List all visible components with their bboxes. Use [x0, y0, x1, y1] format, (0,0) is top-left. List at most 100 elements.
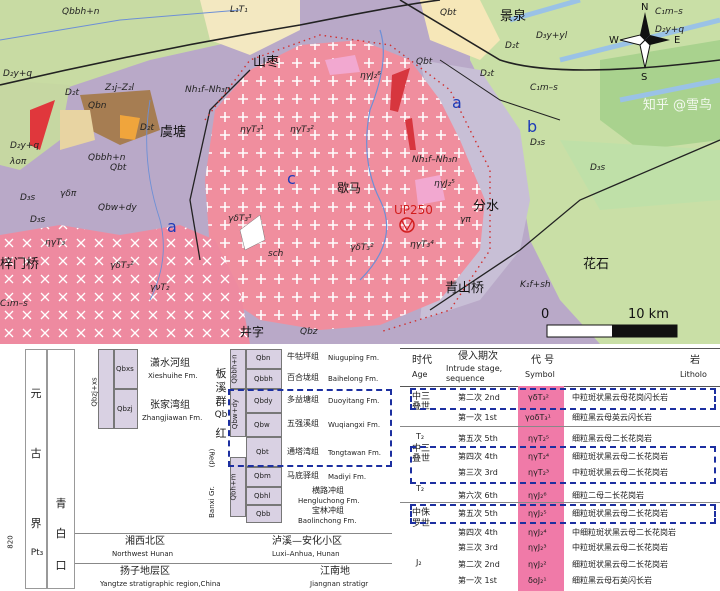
hdr-stage-en: Intrude stage, [446, 364, 503, 373]
zone-b: b [527, 117, 537, 136]
row-1-lith: 细粒黑云母英云闪长岩 [572, 413, 652, 422]
svg-text:K₁f+sh: K₁f+sh [520, 280, 551, 290]
place-xiema: 歇马 [337, 181, 361, 195]
age-3-code: J₂ [416, 558, 422, 567]
hdr-stage-en2: sequence [446, 374, 485, 383]
left-group-bar [98, 349, 114, 429]
row-10-stage: 第一次 1st [458, 576, 497, 585]
fm-en-5: Madiyi Fm. [328, 473, 367, 481]
watermark: 知乎 @雪鸟 [642, 98, 712, 113]
stratigraphy-table: 元 古 界 Pt₃ 820 青 白 口 Qbzj+xs Qbxs Qbzj 潇水… [0, 347, 392, 591]
svg-text:Z₁j–Z₂l: Z₁j–Z₂l [104, 83, 135, 93]
fm-code-5: Qbm [254, 472, 271, 480]
place-huashi: 花石 [583, 256, 609, 272]
svg-text:C₁m–s: C₁m–s [530, 83, 558, 93]
place-zishumenqiao: 梓门桥 [0, 257, 39, 272]
region-la-cn: 泸溪—安化小区 [272, 536, 342, 547]
svg-text:Qbbh+n: Qbbh+n [88, 153, 126, 163]
row-8-lith: 中粒斑状黑云母二长花岗岩 [572, 543, 668, 552]
svg-text:D₂t: D₂t [480, 69, 495, 79]
region-jn-cn: 江南地 [320, 566, 350, 577]
geologic-map: 山枣 景泉 虞塘 歇马 分水 青山桥 花石 梓门桥 井字 UP250 a b c… [0, 0, 720, 344]
svg-text:γδT₃²: γδT₃² [110, 261, 134, 271]
red-en: (Red) [207, 448, 216, 468]
xs-code: Qbxs [116, 365, 134, 373]
svg-text:D₃s: D₃s [590, 163, 606, 173]
fm-cn-7: 宝林冲组 [312, 506, 344, 515]
sample-label: UP250 [394, 203, 433, 217]
left-group-code: Qbzj+xs [90, 377, 99, 407]
svg-text:ηγT₃²: ηγT₃² [290, 125, 314, 135]
row-8-stage: 第三次 3rd [458, 543, 498, 552]
svg-text:γδπ: γδπ [60, 189, 77, 199]
svg-text:sch: sch [268, 249, 284, 259]
hdr-lith-cn: 岩 [690, 355, 700, 366]
row-8-symbol: ηγJ₂³ [528, 543, 547, 552]
row-10-lith: 细粒黑云母石英闪长岩 [572, 576, 652, 585]
row-10-symbol: δoJ₂¹ [528, 576, 547, 585]
hdr-sym-cn: 代 号 [531, 355, 555, 366]
period-char-1: 青 [55, 497, 67, 510]
svg-text:S: S [641, 72, 647, 83]
fm-code-7: Qbb [256, 510, 271, 518]
svg-text:L₁T₁: L₁T₁ [230, 5, 248, 15]
hdr-stage-cn: 侵入期次 [458, 351, 498, 362]
region-jn-en: Jiangnan stratigr [310, 580, 369, 588]
row-5-lith: 细粒二母二长花岗岩 [572, 491, 644, 500]
era-code: Pt₃ [30, 548, 44, 558]
banxi-char-1: 板 [215, 367, 227, 380]
side-number: 820 [6, 535, 15, 549]
group-code-1: Qbbh+n [230, 354, 239, 384]
hdr-lith-en: Litholo [680, 370, 707, 379]
hdr-age-en: Age [412, 370, 428, 379]
svg-text:λoπ: λoπ [9, 157, 27, 167]
svg-text:γδT₃²: γδT₃² [350, 243, 374, 253]
svg-text:D₃y+yl: D₃y+yl [536, 31, 568, 41]
row-7-stage: 第四次 4th [458, 528, 498, 537]
svg-text:ηγT₃: ηγT₃ [45, 238, 66, 248]
banxi-char-3: 群 [215, 395, 227, 408]
period-column [47, 349, 75, 589]
region-yz-en: Yangtze stratigraphic region,China [100, 580, 221, 588]
place-qingshanqiao: 青山桥 [445, 281, 484, 296]
svg-text:D₂y+q: D₂y+q [655, 25, 684, 35]
region-rule-1 [75, 533, 392, 534]
svg-text:Nh₁f–Nh₃n: Nh₁f–Nh₃n [412, 155, 458, 165]
svg-text:ηγJ₂⁵: ηγJ₂⁵ [434, 179, 455, 189]
svg-text:Qbt: Qbt [416, 57, 433, 67]
age-1-code: T₂ [416, 432, 425, 441]
region-yz-cn: 扬子地层区 [120, 566, 170, 577]
highlight-row-0 [410, 388, 716, 410]
svg-text:Qbn: Qbn [88, 101, 107, 111]
svg-text:D₂y+q: D₂y+q [10, 141, 39, 151]
fm-cn-6: 横路冲组 [312, 486, 344, 495]
svg-text:D₂y+q: D₂y+q [3, 69, 32, 79]
row-2-symbol: ηγT₂⁵ [528, 434, 550, 443]
highlight-row-6 [410, 504, 716, 524]
region-la-en: Luxi–Anhua, Hunan [272, 550, 340, 558]
intrusion-table: 时代 Age 侵入期次 Intrude stage, sequence 代 号 … [400, 348, 720, 591]
place-gutang: 虞塘 [160, 124, 186, 140]
west-pluton [0, 225, 250, 344]
row-5-stage: 第六次 6th [458, 491, 498, 500]
map-canvas: 山枣 景泉 虞塘 歇马 分水 青山桥 花石 梓门桥 井字 UP250 a b c… [0, 0, 720, 344]
row-5-symbol: ηγJ₂⁶ [528, 491, 547, 500]
svg-text:C₁m–s: C₁m–s [0, 299, 28, 309]
xs-cn: 潇水河组 [150, 358, 190, 369]
highlight-box-strat [228, 389, 392, 467]
svg-text:0: 0 [541, 307, 549, 322]
fm-code-6: Qbhl [254, 492, 271, 500]
era-char-2: 古 [30, 447, 42, 460]
period-char-3: 口 [55, 559, 67, 572]
zj-code: Qbzj [117, 405, 133, 413]
row-1-symbol: γoδT₃¹ [525, 413, 551, 422]
place-jingquan: 景泉 [500, 8, 526, 24]
fm-en-6: Hengluchong Fm. [298, 497, 360, 505]
place-shanzao: 山枣 [253, 55, 279, 70]
row-9-symbol: ηγJ₂² [528, 560, 547, 569]
region-nw-en: Northwest Hunan [112, 550, 174, 558]
svg-text:E: E [674, 35, 680, 46]
hdr-age-cn: 时代 [412, 355, 432, 366]
banxi-en: Banxi Gr. [207, 486, 216, 518]
svg-text:D₂t: D₂t [505, 41, 520, 51]
